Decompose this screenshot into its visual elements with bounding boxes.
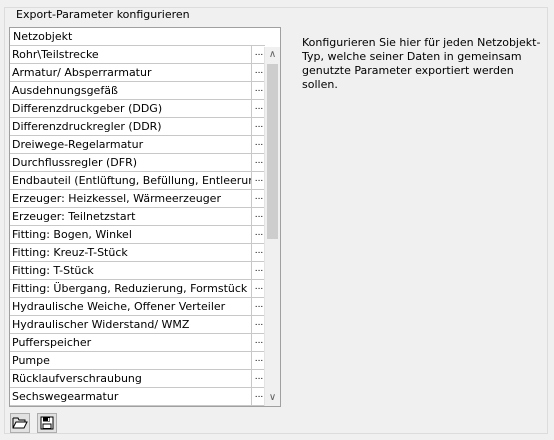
table-row[interactable]: Fitting: Übergang, Reduzierung, Formstüc…: [10, 280, 265, 298]
grid-rows: Rohr\Teilstrecke... Armatur/ Absperrarmat…: [10, 46, 265, 406]
netzobjekt-cell[interactable]: Fitting: Kreuz-T-Stück: [10, 244, 252, 261]
netzobjekt-grid[interactable]: Netzobjekt Rohr\Teilstrecke... Armatur/ A…: [9, 27, 281, 407]
netzobjekt-cell[interactable]: Hydraulischer Widerstand/ WMZ: [10, 316, 252, 333]
table-row[interactable]: Differenzdruckgeber (DDG)...: [10, 100, 265, 118]
table-row[interactable]: Erzeuger: Heizkessel, Wärmeerzeuger...: [10, 190, 265, 208]
vertical-scrollbar[interactable]: ∧ ∨: [264, 47, 280, 406]
netzobjekt-cell[interactable]: Endbauteil (Entlüftung, Befüllung, Entle…: [10, 172, 252, 189]
groupbox-title: Export-Parameter konfigurieren: [13, 8, 193, 22]
netzobjekt-cell[interactable]: Fitting: T-Stück: [10, 262, 252, 279]
open-button[interactable]: [10, 413, 30, 433]
table-row[interactable]: Dreiwege-Regelarmatur...: [10, 136, 265, 154]
netzobjekt-cell[interactable]: Fitting: Übergang, Reduzierung, Formstüc…: [10, 280, 252, 297]
netzobjekt-cell[interactable]: Pufferspeicher: [10, 334, 252, 351]
netzobjekt-cell[interactable]: Sechswegearmatur: [10, 388, 252, 405]
table-row[interactable]: Armatur/ Absperrarmatur...: [10, 64, 265, 82]
scrollbar-thumb[interactable]: [267, 64, 278, 239]
netzobjekt-cell[interactable]: Hydraulische Weiche, Offener Verteiler: [10, 298, 252, 315]
save-button[interactable]: [37, 413, 57, 433]
description-text: Konfigurieren Sie hier für jeden Netzobj…: [302, 36, 541, 91]
scroll-up-arrow-icon[interactable]: ∧: [265, 47, 280, 63]
column-header-netzobjekt[interactable]: Netzobjekt: [10, 28, 265, 46]
table-row[interactable]: Durchflussregler (DFR)...: [10, 154, 265, 172]
table-row[interactable]: Rohr\Teilstrecke...: [10, 46, 265, 64]
floppy-disk-icon: [40, 416, 54, 430]
table-row[interactable]: Ausdehnungsgefäß...: [10, 82, 265, 100]
netzobjekt-cell[interactable]: Erzeuger: Teilnetzstart: [10, 208, 252, 225]
table-row[interactable]: Pumpe...: [10, 352, 265, 370]
table-row[interactable]: Fitting: T-Stück...: [10, 262, 265, 280]
netzobjekt-cell[interactable]: Dreiwege-Regelarmatur: [10, 136, 252, 153]
netzobjekt-cell[interactable]: Armatur/ Absperrarmatur: [10, 64, 252, 81]
netzobjekt-cell[interactable]: Differenzdruckgeber (DDG): [10, 100, 252, 117]
netzobjekt-cell[interactable]: Fitting: Bogen, Winkel: [10, 226, 252, 243]
table-row[interactable]: Fitting: Bogen, Winkel...: [10, 226, 265, 244]
table-row[interactable]: Hydraulische Weiche, Offener Verteiler..…: [10, 298, 265, 316]
netzobjekt-cell[interactable]: Pumpe: [10, 352, 252, 369]
table-row[interactable]: Rücklaufverschraubung...: [10, 370, 265, 388]
folder-open-icon: [12, 417, 28, 429]
table-row[interactable]: Endbauteil (Entlüftung, Befüllung, Entle…: [10, 172, 265, 190]
table-row[interactable]: Sechswegearmatur...: [10, 388, 265, 406]
table-row[interactable]: Pufferspeicher...: [10, 334, 265, 352]
table-row[interactable]: Hydraulischer Widerstand/ WMZ...: [10, 316, 265, 334]
netzobjekt-cell[interactable]: Durchflussregler (DFR): [10, 154, 252, 171]
scroll-down-arrow-icon[interactable]: ∨: [265, 390, 280, 406]
netzobjekt-cell[interactable]: Ausdehnungsgefäß: [10, 82, 252, 99]
table-row[interactable]: Erzeuger: Teilnetzstart...: [10, 208, 265, 226]
netzobjekt-cell[interactable]: Rohr\Teilstrecke: [10, 46, 252, 63]
table-row[interactable]: Differenzdruckregler (DDR)...: [10, 118, 265, 136]
table-row[interactable]: Fitting: Kreuz-T-Stück...: [10, 244, 265, 262]
netzobjekt-cell[interactable]: Rücklaufverschraubung: [10, 370, 252, 387]
export-parameter-groupbox: Export-Parameter konfigurieren Netzobjek…: [4, 7, 548, 434]
netzobjekt-cell[interactable]: Differenzdruckregler (DDR): [10, 118, 252, 135]
netzobjekt-cell[interactable]: Erzeuger: Heizkessel, Wärmeerzeuger: [10, 190, 252, 207]
